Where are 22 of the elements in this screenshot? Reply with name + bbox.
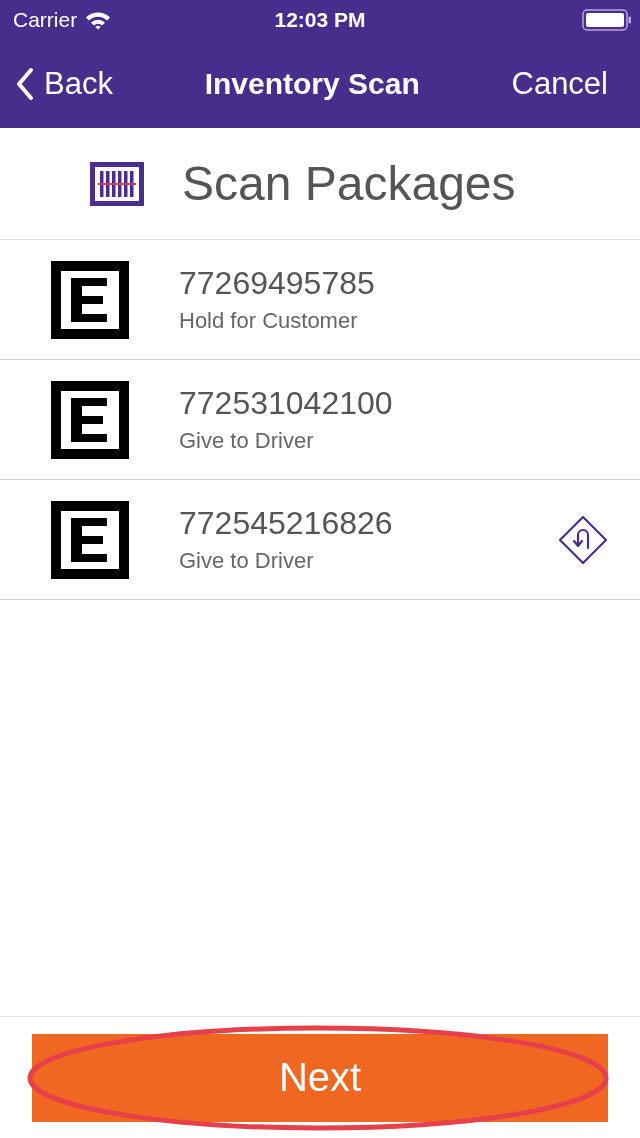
wifi-icon xyxy=(85,10,112,30)
package-row[interactable]: 772545216826 Give to Driver xyxy=(0,480,640,600)
barcode-scan-icon xyxy=(90,161,144,206)
package-status: Give to Driver xyxy=(179,548,315,574)
tracking-number: 77269495785 xyxy=(179,265,376,302)
letter-e-icon xyxy=(51,500,129,579)
tracking-number: 772531042100 xyxy=(179,385,394,422)
battery-icon xyxy=(582,9,632,31)
screen-title: Inventory Scan xyxy=(204,67,420,101)
chevron-left-icon xyxy=(16,67,34,101)
package-row[interactable]: 77269495785 Hold for Customer xyxy=(0,240,640,360)
section-title: Scan Packages xyxy=(182,156,516,211)
letter-e-icon xyxy=(51,260,129,339)
back-button[interactable]: Back xyxy=(16,66,113,102)
package-row[interactable]: 772531042100 Give to Driver xyxy=(0,360,640,480)
letter-e-icon xyxy=(51,380,129,459)
carrier-label: Carrier xyxy=(13,8,78,32)
package-status: Hold for Customer xyxy=(179,308,359,334)
clock-time: 12:03 PM xyxy=(273,8,367,32)
cancel-button[interactable]: Cancel xyxy=(511,66,608,102)
tracking-number: 772545216826 xyxy=(179,505,394,542)
package-status: Give to Driver xyxy=(179,428,315,454)
